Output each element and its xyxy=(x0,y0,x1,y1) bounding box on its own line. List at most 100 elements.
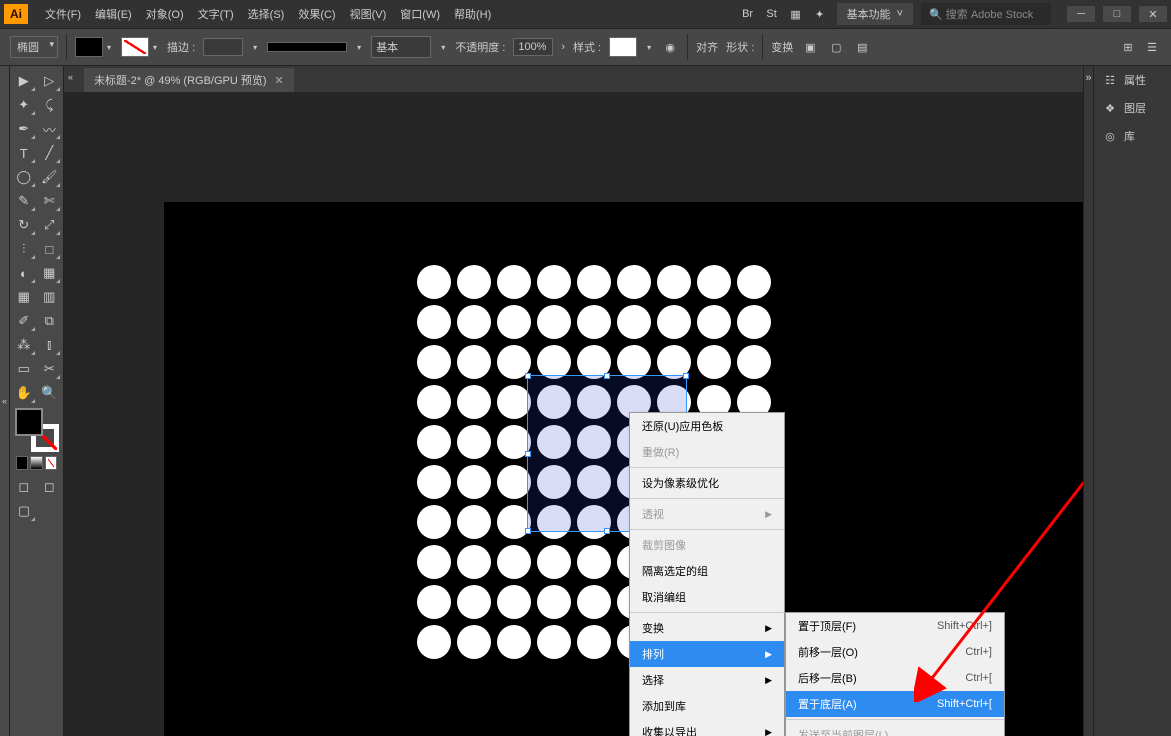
type-tool[interactable]: T xyxy=(12,142,36,164)
panel-layers[interactable]: ❖图层 xyxy=(1094,94,1171,122)
gpu-icon[interactable]: ✦ xyxy=(811,5,829,23)
workspace-switcher[interactable]: 基本功能 ˅ xyxy=(837,3,913,25)
menu-help[interactable]: 帮助(H) xyxy=(447,6,498,22)
sub-send-back[interactable]: 置于底层(A)Shift+Ctrl+[ xyxy=(786,691,1004,717)
menu-effect[interactable]: 效果(C) xyxy=(291,6,342,22)
bridge-icon[interactable]: Br xyxy=(739,5,757,23)
panel-properties[interactable]: ☷属性 xyxy=(1094,66,1171,94)
stroke-profile[interactable] xyxy=(267,42,347,52)
direct-selection-tool[interactable]: ▷ xyxy=(38,70,62,92)
pen-tool[interactable]: ✒ xyxy=(12,118,36,140)
sub-bring-forward[interactable]: 前移一层(O)Ctrl+] xyxy=(786,639,1004,665)
ctx-arrange[interactable]: 排列▶ xyxy=(630,641,784,667)
panel-collapse-left[interactable]: « xyxy=(68,72,73,82)
graph-tool[interactable]: ⫾ xyxy=(38,334,62,356)
screenmode-button[interactable]: ▢ xyxy=(12,500,36,522)
editclip-icon[interactable]: ▤ xyxy=(853,38,871,56)
fill-swatch[interactable]: ▾ xyxy=(75,37,113,57)
ctx-isolate[interactable]: 隔离选定的组 xyxy=(630,558,784,584)
minimize-button[interactable]: ─ xyxy=(1067,6,1095,22)
panel-menu-icon[interactable]: ☰ xyxy=(1143,38,1161,56)
tool-collapse-strip[interactable]: « xyxy=(0,66,10,736)
color-mode-gradient[interactable] xyxy=(30,456,42,470)
shapes-label[interactable]: 形状 : xyxy=(726,39,754,55)
color-mode-none[interactable] xyxy=(45,456,57,470)
transform-label[interactable]: 变换 xyxy=(771,39,793,55)
menu-edit[interactable]: 编辑(E) xyxy=(88,6,139,22)
menu-select[interactable]: 选择(S) xyxy=(241,6,292,22)
menubar: Ai 文件(F) 编辑(E) 对象(O) 文字(T) 选择(S) 效果(C) 视… xyxy=(0,0,1171,28)
eraser-tool[interactable]: ✄ xyxy=(38,190,62,212)
symbol-sprayer-tool[interactable]: ⁂ xyxy=(12,334,36,356)
fill-color[interactable] xyxy=(15,408,43,436)
align-label[interactable]: 对齐 xyxy=(696,39,718,55)
free-transform-tool[interactable]: □ xyxy=(38,238,62,260)
artboard-tool[interactable]: ▭ xyxy=(12,358,36,380)
ellipse-tool[interactable]: ◯ xyxy=(12,166,36,188)
ctx-add-library[interactable]: 添加到库 xyxy=(630,693,784,719)
ctx-undo[interactable]: 还原(U)应用色板 xyxy=(630,413,784,439)
perspective-tool[interactable]: ▦ xyxy=(38,262,62,284)
gradient-tool[interactable]: ▥ xyxy=(38,286,62,308)
lasso-tool[interactable]: ⤹ xyxy=(38,94,62,116)
ctx-transform[interactable]: 变换▶ xyxy=(630,615,784,641)
menu-window[interactable]: 窗口(W) xyxy=(393,6,447,22)
scale-tool[interactable]: ⤢ xyxy=(38,214,62,236)
rotate-tool[interactable]: ↻ xyxy=(12,214,36,236)
stock-icon[interactable]: St xyxy=(763,5,781,23)
shape-builder-tool[interactable]: ◐ xyxy=(12,262,36,284)
menu-object[interactable]: 对象(O) xyxy=(139,6,191,22)
prefs-icon[interactable]: ⊞ xyxy=(1119,38,1137,56)
line-tool[interactable]: ╱ xyxy=(38,142,62,164)
opacity-input[interactable] xyxy=(513,38,553,56)
eyedropper-tool[interactable]: ✐ xyxy=(12,310,36,332)
color-mode-solid[interactable] xyxy=(16,456,28,470)
ctx-pixel-perfect[interactable]: 设为像素级优化 xyxy=(630,470,784,496)
drawmode-normal[interactable]: ◻ xyxy=(12,476,36,498)
close-tab-icon[interactable]: ✕ xyxy=(275,74,284,87)
ctx-select[interactable]: 选择▶ xyxy=(630,667,784,693)
zoom-tool[interactable]: 🔍 xyxy=(38,382,62,404)
maximize-button[interactable]: □ xyxy=(1103,6,1131,22)
menu-file[interactable]: 文件(F) xyxy=(38,6,88,22)
sub-send-current-layer: 发送至当前图层(L) xyxy=(786,722,1004,736)
blend-tool[interactable]: ⧉ xyxy=(38,310,62,332)
isolate-icon[interactable]: ▣ xyxy=(801,38,819,56)
right-panel: ☷属性 ❖图层 ◎库 xyxy=(1093,66,1171,736)
maskmode-icon[interactable]: ▢ xyxy=(827,38,845,56)
close-button[interactable]: ✕ xyxy=(1139,6,1167,22)
stroke-weight-input[interactable] xyxy=(203,38,243,56)
shaper-tool[interactable]: ✎ xyxy=(12,190,36,212)
main-area: « ▶▷ ✦⤹ ✒〰 T╱ ◯🖌 ✎✄ ↻⤢ ⫶□ ◐▦ ▦▥ ✐⧉ ⁂⫾ ▭✂… xyxy=(0,66,1171,736)
sub-bring-front[interactable]: 置于顶层(F)Shift+Ctrl+] xyxy=(786,613,1004,639)
ctx-collect-export[interactable]: 收集以导出▶ xyxy=(630,719,784,736)
menu-view[interactable]: 视图(V) xyxy=(343,6,394,22)
graphic-style-swatch[interactable] xyxy=(609,37,637,57)
stroke-swatch[interactable]: ▾ xyxy=(121,37,159,57)
ctx-ungroup[interactable]: 取消编组 xyxy=(630,584,784,610)
paintbrush-tool[interactable]: 🖌 xyxy=(38,166,62,188)
selection-tool[interactable]: ▶ xyxy=(12,70,36,92)
sub-send-backward[interactable]: 后移一层(B)Ctrl+[ xyxy=(786,665,1004,691)
canvas[interactable]: 还原(U)应用色板 重做(R) 设为像素级优化 透视▶ 裁剪图像 隔离选定的组 … xyxy=(64,92,1083,736)
panel-collapse-right[interactable]: » xyxy=(1083,66,1093,736)
document-tab[interactable]: 未标题-2* @ 49% (RGB/GPU 预览) ✕ xyxy=(84,68,294,92)
mesh-tool[interactable]: ▦ xyxy=(12,286,36,308)
selection-type[interactable]: 椭圆 xyxy=(10,36,58,58)
tab-bar: « 未标题-2* @ 49% (RGB/GPU 预览) ✕ xyxy=(64,66,1083,92)
hand-tool[interactable]: ✋ xyxy=(12,382,36,404)
magic-wand-tool[interactable]: ✦ xyxy=(12,94,36,116)
panel-libraries[interactable]: ◎库 xyxy=(1094,122,1171,150)
brush-def[interactable]: 基本 xyxy=(371,36,431,58)
arrange-docs-icon[interactable]: ▦ xyxy=(787,5,805,23)
drawmode-behind[interactable]: ◻ xyxy=(38,476,62,498)
curvature-tool[interactable]: 〰 xyxy=(38,118,62,140)
stroke-label: 描边 : xyxy=(167,39,195,55)
search-input[interactable]: 🔍 搜索 Adobe Stock xyxy=(921,3,1051,25)
width-tool[interactable]: ⫶ xyxy=(12,238,36,260)
ctx-perspective: 透视▶ xyxy=(630,501,784,527)
menu-type[interactable]: 文字(T) xyxy=(191,6,241,22)
recolor-icon[interactable]: ◉ xyxy=(661,38,679,56)
slice-tool[interactable]: ✂ xyxy=(38,358,62,380)
fill-stroke-control[interactable] xyxy=(15,408,59,452)
